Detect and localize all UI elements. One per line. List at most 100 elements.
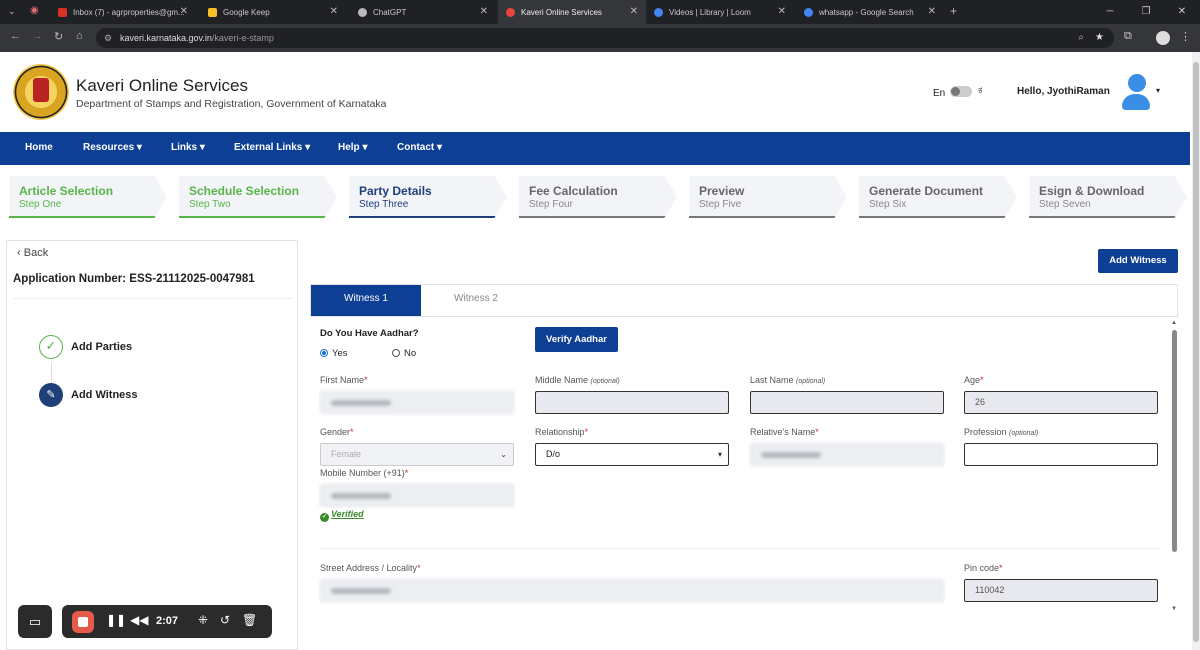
nav-links[interactable]: Links ▾ xyxy=(171,142,205,153)
page-scrollbar[interactable] xyxy=(1192,52,1200,650)
tab-close-icon[interactable]: ✕ xyxy=(480,6,488,17)
screen-recorder-toolbar: ▭ ❚❚ ◀◀ 2:07 ⁜ ↺ 🗑 xyxy=(18,605,272,638)
step-fee-calculation[interactable]: Fee Calculation Step Four xyxy=(519,176,677,218)
main-navbar: Home Resources ▾ Links ▾ External Links … xyxy=(0,132,1190,165)
stop-recording-button[interactable] xyxy=(72,611,94,633)
tab-close-icon[interactable]: ✕ xyxy=(630,6,638,17)
grid-icon[interactable]: ⁜ xyxy=(198,613,208,627)
first-name-field[interactable] xyxy=(320,391,514,414)
browser-tab-keep[interactable]: Google Keep ✕ xyxy=(200,0,346,24)
witness-form-pane: Add Witness Witness 1 Witness 2 Do You H… xyxy=(300,240,1190,650)
window-close-icon[interactable]: ✕ xyxy=(1164,0,1200,24)
browser-tab-gmail[interactable]: Inbox (7) - agrproperties@gm... ✕ xyxy=(50,0,196,24)
zoom-icon[interactable]: ⌕ xyxy=(1078,28,1084,48)
site-subtitle: Department of Stamps and Registration, G… xyxy=(76,98,387,110)
camera-icon[interactable]: ▭ xyxy=(18,605,52,638)
pause-icon[interactable]: ❚❚ xyxy=(106,613,126,627)
witness-form: Do You Have Aadhar? Yes No Verify Aadhar… xyxy=(310,320,1178,650)
sidebar-item-add-witness[interactable]: Add Witness xyxy=(71,389,138,401)
chatgpt-icon xyxy=(358,7,367,17)
last-name-field[interactable] xyxy=(750,391,944,414)
step-article-selection[interactable]: Article Selection Step One xyxy=(9,176,167,218)
rewind-icon[interactable]: ◀◀ xyxy=(130,613,148,627)
browser-menu-icon[interactable]: ⋮ xyxy=(1180,30,1191,43)
user-menu-chevron-icon[interactable]: ▾ xyxy=(1156,86,1160,95)
gender-select[interactable]: Female ⌄ xyxy=(320,443,514,466)
pincode-field[interactable]: 110042 xyxy=(964,579,1158,602)
url-input[interactable]: ⚙ kaveri.karnataka.gov.in/kaveri-e-stamp… xyxy=(96,28,1114,48)
chevron-down-icon: ⌄ xyxy=(500,450,507,459)
gmail-icon xyxy=(58,7,67,17)
aadhar-yes-radio[interactable]: Yes xyxy=(320,348,348,359)
google-icon xyxy=(804,7,813,17)
step-party-details[interactable]: Party Details Step Three xyxy=(349,176,507,218)
extensions-icon[interactable]: ⧉ xyxy=(1124,30,1132,43)
browser-tab-google-search[interactable]: whatsapp - Google Search ✕ xyxy=(796,0,944,24)
profile-icon[interactable] xyxy=(1156,31,1170,45)
form-scrollbar[interactable]: ▲ ▼ xyxy=(1170,320,1178,618)
browser-tab-chatgpt[interactable]: ChatGPT ✕ xyxy=(350,0,496,24)
nav-home[interactable]: Home xyxy=(25,142,53,153)
user-greeting: Hello, JyothiRaman xyxy=(1017,86,1110,97)
bookmark-star-icon[interactable]: ★ xyxy=(1095,28,1104,48)
tab-witness-1[interactable]: Witness 1 xyxy=(311,285,421,316)
browser-tab-kaveri[interactable]: Kaveri Online Services ✕ xyxy=(498,0,646,24)
new-tab-icon[interactable]: + xyxy=(950,4,957,18)
nav-resources[interactable]: Resources ▾ xyxy=(83,142,142,153)
nav-contact[interactable]: Contact ▾ xyxy=(397,142,442,153)
last-name-label: Last Name (optional) xyxy=(750,375,826,385)
tab-search-chevron-icon[interactable]: ⌄ xyxy=(8,6,16,17)
tab-close-icon[interactable]: ✕ xyxy=(778,6,786,17)
back-arrow-icon[interactable]: ← xyxy=(10,30,21,42)
minimize-icon[interactable]: ─ xyxy=(1092,0,1128,24)
restart-icon[interactable]: ↺ xyxy=(220,613,230,627)
pencil-icon: ✎ xyxy=(39,383,63,407)
step-preview[interactable]: Preview Step Five xyxy=(689,176,847,218)
chevron-left-icon: ‹ xyxy=(17,247,24,259)
forward-arrow-icon[interactable]: → xyxy=(32,30,43,42)
step-generate-document[interactable]: Generate Document Step Six xyxy=(859,176,1017,218)
relationship-select[interactable]: D/o ▾ xyxy=(535,443,729,466)
step-schedule-selection[interactable]: Schedule Selection Step Two xyxy=(179,176,337,218)
trash-icon[interactable]: 🗑 xyxy=(242,613,257,627)
middle-name-field[interactable] xyxy=(535,391,729,414)
nav-external-links[interactable]: External Links ▾ xyxy=(234,142,310,153)
recorder-controls: ❚❚ ◀◀ 2:07 ⁜ ↺ 🗑 xyxy=(62,605,272,638)
relatives-name-field[interactable] xyxy=(750,443,944,466)
language-toggle[interactable] xyxy=(950,86,972,97)
scroll-down-icon[interactable]: ▼ xyxy=(1171,606,1177,612)
pincode-label: Pin code* xyxy=(964,563,1003,573)
age-field[interactable]: 26 xyxy=(964,391,1158,414)
street-label: Street Address / Locality* xyxy=(320,563,421,573)
site-info-icon[interactable]: ⚙ xyxy=(104,28,112,48)
user-avatar-icon[interactable] xyxy=(1120,74,1152,110)
street-address-field[interactable] xyxy=(320,579,944,602)
nav-help[interactable]: Help ▾ xyxy=(338,142,367,153)
keep-icon xyxy=(208,7,217,17)
scroll-up-icon[interactable]: ▲ xyxy=(1171,320,1177,326)
karnataka-emblem-logo xyxy=(13,64,69,120)
sidebar-item-add-parties[interactable]: Add Parties xyxy=(71,341,132,353)
tab-close-icon[interactable]: ✕ xyxy=(928,6,936,17)
mobile-field[interactable] xyxy=(320,484,514,507)
profession-field[interactable] xyxy=(964,443,1158,466)
add-witness-button[interactable]: Add Witness xyxy=(1098,249,1178,273)
aadhar-no-radio[interactable]: No xyxy=(392,348,416,359)
tab-close-icon[interactable]: ✕ xyxy=(330,6,338,17)
radio-checked-icon xyxy=(320,349,328,357)
browser-tab-loom[interactable]: Videos | Library | Loom ✕ xyxy=(646,0,794,24)
chevron-down-icon: ▾ xyxy=(717,450,722,459)
site-title: Kaveri Online Services xyxy=(76,76,248,95)
verify-aadhar-button[interactable]: Verify Aadhar xyxy=(535,327,618,352)
profession-label: Profession (optional) xyxy=(964,427,1039,437)
step-esign-download[interactable]: Esign & Download Step Seven xyxy=(1029,176,1187,218)
restore-icon[interactable]: ❐ xyxy=(1128,0,1164,24)
tab-close-icon[interactable]: ✕ xyxy=(180,6,188,17)
lang-en-label: En xyxy=(933,88,946,99)
check-icon: ✓ xyxy=(39,335,63,359)
home-icon[interactable]: ⌂ xyxy=(76,30,83,42)
back-link[interactable]: ‹ Back xyxy=(17,247,48,259)
reload-icon[interactable]: ↻ xyxy=(54,30,63,43)
aadhar-question: Do You Have Aadhar? xyxy=(320,328,419,339)
tab-witness-2[interactable]: Witness 2 xyxy=(421,285,531,316)
